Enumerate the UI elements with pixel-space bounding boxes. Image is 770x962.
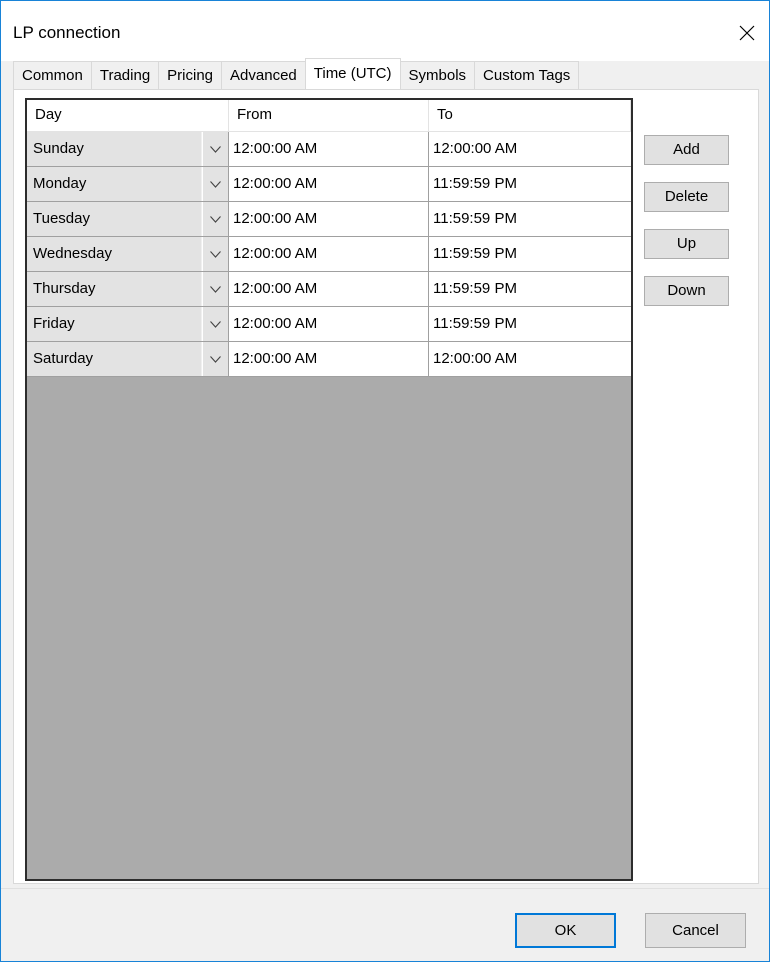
footer-divider	[1, 888, 769, 889]
tab-trading[interactable]: Trading	[90, 61, 160, 89]
chevron-down-icon	[210, 215, 221, 223]
table-row[interactable]: Saturday 12:00:00 AM 12:00:00 AM	[27, 342, 631, 377]
day-value: Saturday	[27, 342, 202, 376]
title-bar: LP connection	[1, 1, 769, 61]
column-header-to[interactable]: To	[429, 100, 631, 132]
chevron-down-icon	[210, 180, 221, 188]
table-row[interactable]: Thursday 12:00:00 AM 11:59:59 PM	[27, 272, 631, 307]
from-time-cell[interactable]: 12:00:00 AM	[229, 202, 429, 237]
tab-common[interactable]: Common	[13, 61, 92, 89]
day-dropdown-button[interactable]	[202, 272, 228, 306]
day-select[interactable]: Tuesday	[27, 202, 229, 237]
lp-connection-dialog: LP connection Common Trading Pricing Adv…	[0, 0, 770, 962]
chevron-down-icon	[210, 145, 221, 153]
to-time-cell[interactable]: 11:59:59 PM	[429, 272, 631, 307]
column-header-day[interactable]: Day	[27, 100, 229, 132]
day-value: Sunday	[27, 132, 202, 166]
day-select[interactable]: Thursday	[27, 272, 229, 307]
day-value: Thursday	[27, 272, 202, 306]
day-select[interactable]: Saturday	[27, 342, 229, 377]
close-button[interactable]	[725, 13, 769, 53]
day-select[interactable]: Friday	[27, 307, 229, 342]
delete-button[interactable]: Delete	[644, 182, 729, 212]
tab-page-time-utc: Day From To Sunday 12:00:00 AM 12:00:00 AM…	[13, 89, 759, 884]
to-time-cell[interactable]: 11:59:59 PM	[429, 167, 631, 202]
from-time-cell[interactable]: 12:00:00 AM	[229, 342, 429, 377]
from-time-cell[interactable]: 12:00:00 AM	[229, 307, 429, 342]
table-row[interactable]: Sunday 12:00:00 AM 12:00:00 AM	[27, 132, 631, 167]
grid-header: Day From To	[27, 100, 631, 132]
day-dropdown-button[interactable]	[202, 237, 228, 271]
tab-advanced[interactable]: Advanced	[221, 61, 306, 89]
close-icon	[739, 25, 755, 41]
tab-strip: Common Trading Pricing Advanced Time (UT…	[13, 58, 580, 89]
up-button[interactable]: Up	[644, 229, 729, 259]
day-dropdown-button[interactable]	[202, 342, 228, 376]
to-time-cell[interactable]: 11:59:59 PM	[429, 202, 631, 237]
chevron-down-icon	[210, 285, 221, 293]
cancel-button[interactable]: Cancel	[645, 913, 746, 948]
table-row[interactable]: Friday 12:00:00 AM 11:59:59 PM	[27, 307, 631, 342]
chevron-down-icon	[210, 355, 221, 363]
day-value: Tuesday	[27, 202, 202, 236]
to-time-cell[interactable]: 11:59:59 PM	[429, 237, 631, 272]
table-row[interactable]: Monday 12:00:00 AM 11:59:59 PM	[27, 167, 631, 202]
day-select[interactable]: Monday	[27, 167, 229, 202]
to-time-cell[interactable]: 12:00:00 AM	[429, 132, 631, 167]
day-dropdown-button[interactable]	[202, 202, 228, 236]
to-time-cell[interactable]: 12:00:00 AM	[429, 342, 631, 377]
down-button[interactable]: Down	[644, 276, 729, 306]
column-header-from[interactable]: From	[229, 100, 429, 132]
day-dropdown-button[interactable]	[202, 132, 228, 166]
from-time-cell[interactable]: 12:00:00 AM	[229, 237, 429, 272]
day-select[interactable]: Wednesday	[27, 237, 229, 272]
from-time-cell[interactable]: 12:00:00 AM	[229, 132, 429, 167]
day-value: Friday	[27, 307, 202, 341]
day-value: Monday	[27, 167, 202, 201]
table-row[interactable]: Wednesday 12:00:00 AM 11:59:59 PM	[27, 237, 631, 272]
tab-time-utc[interactable]: Time (UTC)	[304, 58, 401, 89]
day-value: Wednesday	[27, 237, 202, 271]
window-title: LP connection	[13, 23, 121, 42]
day-dropdown-button[interactable]	[202, 307, 228, 341]
ok-button[interactable]: OK	[515, 913, 616, 948]
tab-symbols[interactable]: Symbols	[399, 61, 476, 89]
from-time-cell[interactable]: 12:00:00 AM	[229, 167, 429, 202]
day-select[interactable]: Sunday	[27, 132, 229, 167]
tab-custom-tags[interactable]: Custom Tags	[474, 61, 580, 89]
add-button[interactable]: Add	[644, 135, 729, 165]
chevron-down-icon	[210, 320, 221, 328]
tab-pricing[interactable]: Pricing	[158, 61, 223, 89]
to-time-cell[interactable]: 11:59:59 PM	[429, 307, 631, 342]
day-dropdown-button[interactable]	[202, 167, 228, 201]
chevron-down-icon	[210, 250, 221, 258]
schedule-grid[interactable]: Day From To Sunday 12:00:00 AM 12:00:00 AM…	[25, 98, 633, 881]
table-row[interactable]: Tuesday 12:00:00 AM 11:59:59 PM	[27, 202, 631, 237]
from-time-cell[interactable]: 12:00:00 AM	[229, 272, 429, 307]
